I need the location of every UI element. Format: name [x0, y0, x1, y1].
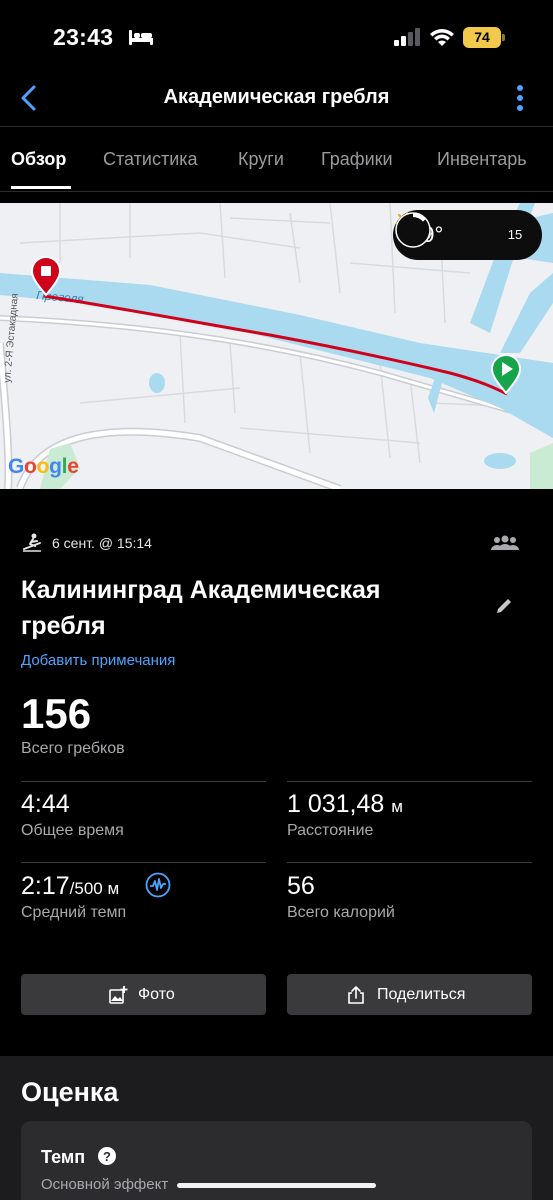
time-value: 4:44 [21, 790, 70, 818]
pace-stat: 2:17/500 м [21, 872, 119, 901]
tab-statistics[interactable]: Статистика [103, 149, 198, 170]
google-logo: Google [8, 455, 79, 478]
add-photo-label: Фото [138, 986, 175, 1003]
strokes-label: Всего гребков [21, 740, 125, 757]
status-bar: 23:43 74 [0, 0, 553, 72]
divider [0, 191, 553, 192]
distance-value: 1 031,48 [287, 790, 385, 818]
activity-date: 6 сент. @ 15:14 [52, 535, 152, 551]
share-label: Поделиться [377, 986, 466, 1003]
share-icon [348, 986, 364, 1004]
divider [287, 781, 532, 782]
tab-charts[interactable]: Графики [321, 149, 393, 170]
battery-indicator: 74 [463, 27, 505, 48]
more-vertical-icon[interactable] [515, 84, 525, 112]
status-time: 23:43 [53, 24, 114, 50]
distance-stat: 1 031,48 м [287, 790, 403, 819]
battery-level: 74 [463, 27, 501, 48]
divider [287, 862, 532, 863]
pace-chart-icon[interactable] [145, 872, 171, 898]
tab-bar: Обзор Статистика Круги Графики Инвентарь [0, 127, 553, 191]
rowing-icon [23, 533, 41, 552]
rating-title: Оценка [21, 1077, 119, 1107]
street-label: ул. 2-Я Эстакадная [2, 293, 21, 383]
tab-gear[interactable]: Инвентарь [437, 149, 527, 170]
svg-text:?: ? [103, 1149, 111, 1164]
activity-title: Калининград Академическая гребля [21, 576, 381, 640]
weather-pill[interactable]: 19° 15 [393, 210, 542, 260]
route-map[interactable]: ул. 2-Я Эстакадная Преголя 19° [0, 203, 553, 489]
help-icon[interactable]: ? [98, 1147, 116, 1165]
add-photo-icon [109, 986, 128, 1004]
calories-label: Всего калорий [287, 904, 395, 921]
battery-tip [502, 34, 505, 41]
page-title: Академическая гребля [163, 86, 390, 108]
sleep-bed-icon [129, 30, 153, 45]
rating-section: Оценка Темп ? Основной эффект [0, 1056, 553, 1200]
add-photo-button[interactable]: Фото [21, 974, 266, 1015]
tab-active-indicator [11, 186, 71, 189]
pace-value: 2:17 [21, 872, 70, 900]
rating-card-subtitle: Основной эффект [41, 1176, 169, 1193]
wind-badge-value: 15 [507, 227, 523, 242]
cellular-signal-icon [394, 28, 420, 46]
pace-rating-card[interactable]: Темп ? Основной эффект [21, 1121, 532, 1200]
calories-value: 56 [287, 872, 315, 900]
divider [21, 862, 266, 863]
share-button[interactable]: Поделиться [287, 974, 532, 1015]
rating-card-title: Темп [41, 1147, 86, 1167]
distance-label: Расстояние [287, 822, 374, 839]
nav-bar: Академическая гребля [0, 72, 553, 126]
time-label: Общее время [21, 822, 124, 839]
wind-badge-icon [395, 212, 431, 248]
strokes-value: 156 [21, 690, 92, 737]
tab-overview[interactable]: Обзор [11, 149, 66, 170]
pace-unit: /500 м [69, 879, 120, 898]
divider [21, 781, 266, 782]
add-note-link[interactable]: Добавить примечания [21, 652, 175, 669]
wifi-icon [430, 29, 454, 46]
group-icon[interactable] [491, 534, 519, 552]
home-indicator[interactable] [177, 1183, 376, 1188]
pace-label: Средний темп [21, 904, 127, 921]
tab-laps[interactable]: Круги [238, 149, 284, 170]
pencil-edit-icon[interactable] [494, 596, 514, 616]
distance-unit: м [391, 797, 403, 816]
